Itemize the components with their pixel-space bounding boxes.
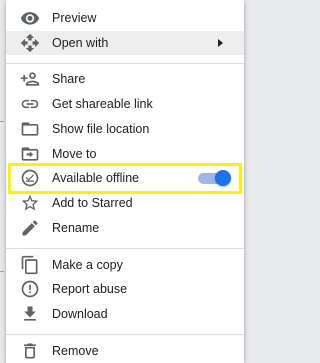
- menu-item-rename[interactable]: Rename: [6, 216, 244, 240]
- menu-item-preview[interactable]: Preview: [6, 6, 244, 30]
- menu-item-label: Open with: [52, 36, 109, 50]
- menu-item-label: Get shareable link: [52, 97, 153, 111]
- menu-item-label: Report abuse: [52, 282, 128, 296]
- add-person-icon: [20, 69, 40, 89]
- folder-icon: [20, 119, 40, 139]
- menu-item-label: Remove: [52, 344, 99, 358]
- copy-icon: [20, 255, 40, 275]
- menu-item-report-abuse[interactable]: Report abuse: [6, 277, 244, 301]
- menu-item-open-with[interactable]: Open with: [6, 31, 244, 55]
- menu-item-label: Preview: [52, 11, 97, 25]
- context-menu: Preview Open with Share Get shareable li…: [6, 0, 244, 363]
- download-icon: [20, 304, 40, 324]
- menu-divider: [6, 248, 244, 249]
- menu-divider: [6, 63, 244, 64]
- menu-item-show-file-location[interactable]: Show file location: [6, 117, 244, 141]
- background-edge-mark: [0, 271, 4, 272]
- menu-item-label: Rename: [52, 221, 100, 235]
- menu-item-share[interactable]: Share: [6, 67, 244, 91]
- menu-item-available-offline[interactable]: Available offline: [6, 166, 244, 190]
- menu-item-label: Available offline: [52, 171, 140, 185]
- menu-item-label: Add to Starred: [52, 196, 133, 210]
- menu-item-label: Make a copy: [52, 258, 123, 272]
- chevron-right-icon: [214, 33, 228, 53]
- trash-icon: [20, 341, 40, 361]
- star-icon: [20, 193, 40, 213]
- menu-divider: [6, 334, 244, 335]
- offline-toggle[interactable]: [198, 170, 231, 186]
- menu-item-label: Show file location: [52, 122, 150, 136]
- move-arrows-icon: [20, 33, 40, 53]
- menu-item-make-a-copy[interactable]: Make a copy: [6, 253, 244, 277]
- menu-item-label: Move to: [52, 147, 97, 161]
- menu-item-download[interactable]: Download: [6, 302, 244, 326]
- toggle-thumb: [215, 170, 231, 186]
- link-icon: [20, 94, 40, 114]
- menu-item-label: Share: [52, 72, 86, 86]
- background-edge-mark: [0, 121, 4, 122]
- report-icon: [20, 279, 40, 299]
- eye-icon: [20, 8, 40, 28]
- menu-item-move-to[interactable]: Move to: [6, 142, 244, 166]
- menu-item-label: Download: [52, 307, 108, 321]
- menu-item-remove[interactable]: Remove: [6, 339, 244, 363]
- menu-item-get-shareable-link[interactable]: Get shareable link: [6, 92, 244, 116]
- menu-item-add-to-starred[interactable]: Add to Starred: [6, 191, 244, 215]
- move-to-folder-icon: [20, 144, 40, 164]
- offline-check-icon: [20, 168, 40, 188]
- pencil-icon: [20, 218, 40, 238]
